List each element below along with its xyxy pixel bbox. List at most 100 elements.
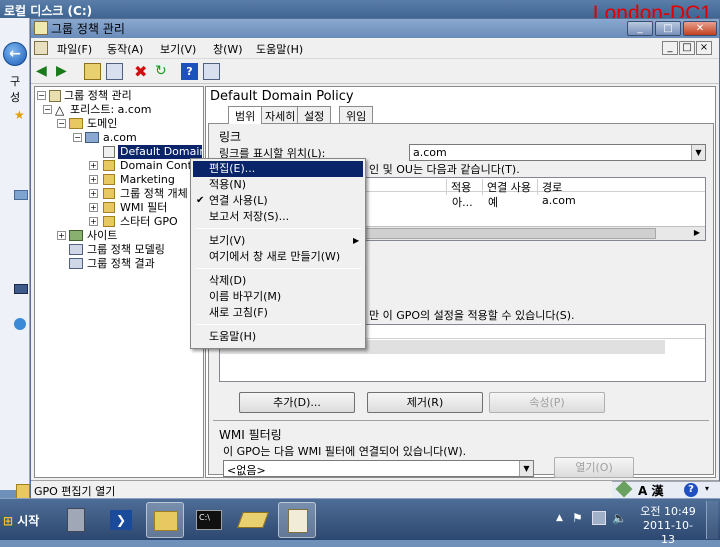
maximize-button[interactable]: □ bbox=[655, 21, 681, 36]
minimize-button[interactable]: _ bbox=[627, 21, 653, 36]
collapse-icon[interactable]: − bbox=[57, 119, 66, 128]
taskbar-gpmc[interactable] bbox=[278, 502, 316, 538]
links-location-combo[interactable]: a.com ▼ bbox=[409, 144, 706, 161]
expand-icon[interactable]: + bbox=[89, 175, 98, 184]
menu-window[interactable]: 창(W) bbox=[209, 41, 247, 57]
sites-icon bbox=[69, 230, 83, 241]
properties-icon[interactable] bbox=[203, 63, 220, 80]
help-icon[interactable]: ? bbox=[684, 483, 698, 497]
collapse-icon[interactable]: − bbox=[37, 91, 46, 100]
expand-icon[interactable]: + bbox=[89, 161, 98, 170]
menu-item-enforce[interactable]: 적용(N) bbox=[193, 177, 363, 193]
delete-icon[interactable]: ✖ bbox=[134, 63, 151, 80]
input-indicator-icon[interactable] bbox=[615, 480, 633, 498]
clock-time: 오전 10:49 bbox=[640, 505, 696, 518]
links-description: 인 및 OU는 다음과 같습니다(T). bbox=[369, 163, 520, 176]
chevron-down-icon[interactable]: ▼ bbox=[691, 145, 705, 160]
menu-view[interactable]: 보기(V) bbox=[156, 41, 200, 57]
close-button[interactable]: ✕ bbox=[683, 21, 717, 36]
inner-minimize-button[interactable]: _ bbox=[662, 41, 678, 55]
flag-icon[interactable]: ⚑ bbox=[572, 511, 584, 525]
collapse-icon[interactable]: − bbox=[43, 105, 52, 114]
taskbar: ⊞ 시작 ❯ C:\ ▲ ⚑ 🔈 오전 10:49 2011-10-13 bbox=[0, 498, 720, 546]
menu-item-link-enabled[interactable]: 연결 사용(L) bbox=[193, 193, 363, 209]
library-icon[interactable] bbox=[14, 190, 28, 200]
network-icon[interactable] bbox=[14, 318, 26, 330]
back-arrow-icon[interactable]: ◀ bbox=[36, 63, 53, 80]
back-icon[interactable]: ← bbox=[3, 42, 27, 66]
console-icon[interactable] bbox=[34, 41, 48, 55]
tab-settings[interactable]: 설정 bbox=[297, 106, 332, 123]
options-icon[interactable]: ▾ bbox=[705, 484, 709, 493]
menu-file[interactable]: 파일(F) bbox=[53, 41, 96, 57]
collapse-icon[interactable]: − bbox=[73, 133, 82, 142]
taskbar-server-manager[interactable] bbox=[58, 502, 96, 538]
wmi-open-button[interactable]: 열기(O) bbox=[554, 457, 634, 478]
outer-side-label: 구성 bbox=[10, 75, 21, 104]
tree-label: 그룹 정책 모델링 bbox=[87, 243, 165, 256]
cmd-icon: C:\ bbox=[196, 510, 222, 530]
menu-action[interactable]: 동작(A) bbox=[103, 41, 147, 57]
tree-label: Default Domain bbox=[118, 145, 202, 159]
ime-mode[interactable]: A 漢 bbox=[638, 482, 663, 499]
add-button[interactable]: 추가(D)... bbox=[239, 392, 355, 413]
favorites-star-icon[interactable]: ★ bbox=[14, 108, 26, 122]
menu-separator bbox=[195, 268, 361, 269]
menu-item-refresh[interactable]: 새로 고침(F) bbox=[193, 305, 363, 321]
menu-help[interactable]: 도움말(H) bbox=[252, 41, 307, 57]
remove-button[interactable]: 제거(R) bbox=[367, 392, 483, 413]
modeling-icon bbox=[69, 244, 83, 255]
taskbar-powershell[interactable]: ❯ bbox=[102, 502, 140, 538]
menu-item-view[interactable]: 보기(V) bbox=[193, 233, 363, 249]
domain-icon bbox=[85, 132, 99, 143]
expand-icon[interactable]: + bbox=[89, 189, 98, 198]
up-folder-icon[interactable] bbox=[84, 63, 101, 80]
taskbar-explorer[interactable] bbox=[146, 502, 184, 538]
show-desktop-button[interactable] bbox=[706, 501, 718, 539]
menu-item-edit[interactable]: 편집(E)... bbox=[193, 161, 363, 177]
refresh-icon[interactable]: ↻ bbox=[155, 63, 172, 80]
expand-icon[interactable]: + bbox=[89, 203, 98, 212]
menu-item-help[interactable]: 도움말(H) bbox=[193, 329, 363, 345]
tree-label: Domain Cont bbox=[120, 159, 192, 172]
start-button[interactable]: ⊞ 시작 bbox=[0, 507, 48, 533]
inner-close-button[interactable]: × bbox=[696, 41, 712, 55]
menu-item-new-window[interactable]: 여기에서 창 새로 만들기(W) bbox=[193, 249, 363, 265]
show-hidden-icons[interactable]: ▲ bbox=[556, 513, 563, 523]
volume-icon[interactable]: 🔈 bbox=[612, 511, 627, 525]
console-tree: − 그룹 정책 관리 − △ 포리스트: a.com − 도메인 − a.com… bbox=[34, 86, 204, 478]
show-hide-tree-icon[interactable] bbox=[106, 63, 123, 80]
computer-icon[interactable] bbox=[14, 284, 28, 294]
menu-item-save-report[interactable]: 보고서 저장(S)... bbox=[193, 209, 363, 225]
taskbar-cmd[interactable]: C:\ bbox=[190, 502, 228, 538]
chevron-down-icon[interactable]: ▼ bbox=[519, 461, 533, 476]
inner-restore-button[interactable]: □ bbox=[679, 41, 695, 55]
start-label: 시작 bbox=[17, 514, 40, 528]
wmi-filter-value: <없음> bbox=[227, 464, 266, 477]
taskbar-notes[interactable] bbox=[234, 502, 272, 538]
security-filter-description: 만 이 GPO의 설정을 적용할 수 있습니다(S). bbox=[369, 309, 575, 322]
scroll-right-icon[interactable]: ▶ bbox=[690, 228, 704, 240]
wmi-filter-combo[interactable]: <없음> ▼ bbox=[223, 460, 534, 477]
tree-label: WMI 필터 bbox=[120, 201, 168, 214]
tab-details[interactable]: 자세히 bbox=[258, 106, 303, 123]
expand-icon[interactable]: + bbox=[89, 217, 98, 226]
tab-scope[interactable]: 범위 bbox=[228, 106, 263, 124]
forward-arrow-icon[interactable]: ▶ bbox=[56, 63, 73, 80]
menu-item-delete[interactable]: 삭제(D) bbox=[193, 273, 363, 289]
properties-button[interactable]: 속성(P) bbox=[489, 392, 605, 413]
cell-enforced: 아... bbox=[452, 196, 473, 209]
help-icon[interactable]: ? bbox=[181, 63, 198, 80]
gpmc-icon bbox=[49, 90, 61, 102]
gpmc-title-bar: 그룹 정책 관리 bbox=[31, 19, 719, 38]
notes-icon bbox=[237, 512, 269, 528]
tree-label: 포리스트: a.com bbox=[70, 103, 152, 116]
tab-delegation[interactable]: 위임 bbox=[339, 106, 374, 123]
menu-separator bbox=[195, 324, 361, 325]
system-clock[interactable]: 오전 10:49 2011-10-13 bbox=[638, 505, 698, 547]
menu-item-rename[interactable]: 이름 바꾸기(M) bbox=[193, 289, 363, 305]
gpmc-window: 그룹 정책 관리 파일(F) 동작(A) 보기(V) 창(W) 도움말(H) _… bbox=[30, 18, 720, 498]
tree-label: 사이트 bbox=[87, 229, 118, 242]
expand-icon[interactable]: + bbox=[57, 231, 66, 240]
network-tray-icon[interactable] bbox=[592, 511, 606, 525]
